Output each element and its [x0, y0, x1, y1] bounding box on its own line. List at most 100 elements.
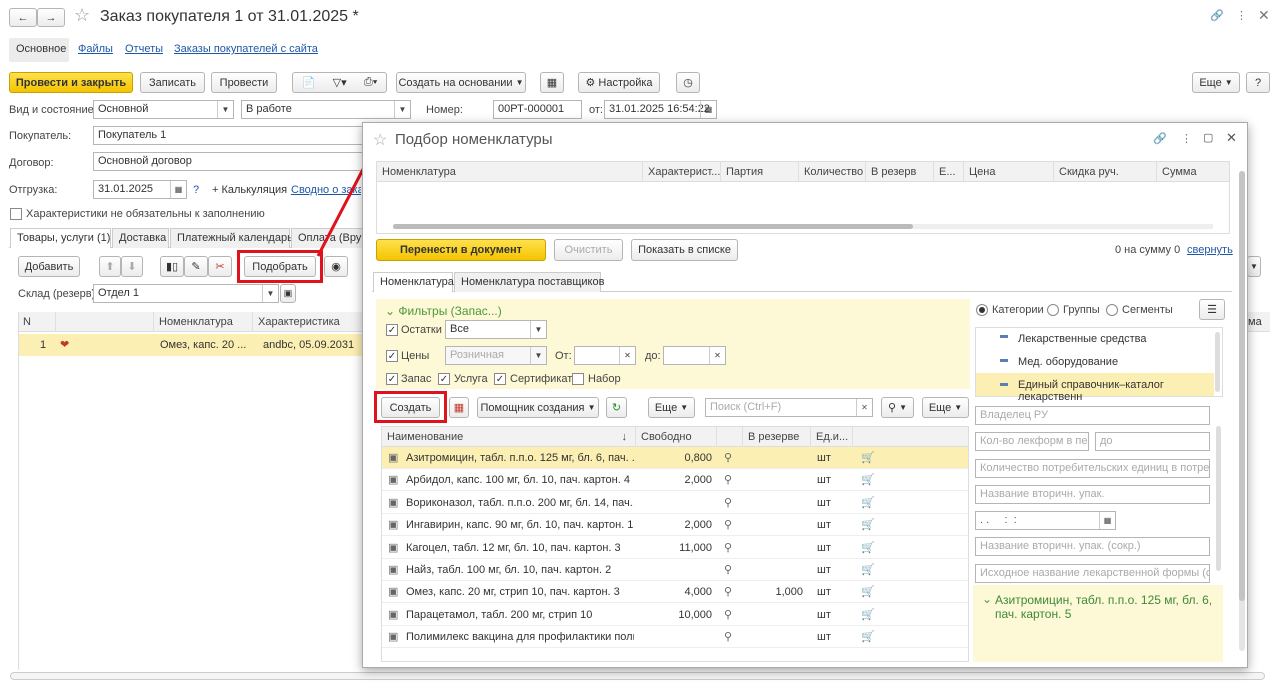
list-item[interactable]: ▣ Полимилекс вакцина для профилактики пол…	[382, 626, 968, 649]
col-search[interactable]	[717, 427, 743, 447]
flag-service-checkbox[interactable]: ✓	[438, 373, 450, 385]
more-list2-button[interactable]: Еще ▼	[922, 397, 969, 418]
tab-supplier-nomenclature[interactable]: Номенклатура поставщиков	[454, 272, 604, 292]
search-icon[interactable]: ⚲	[724, 514, 732, 536]
col-unit[interactable]: Е...	[934, 162, 964, 182]
list-item[interactable]: ▣ Парацетамол, табл. 200 мг, стрип 10 10,0…	[382, 604, 968, 626]
product-icon: ▣	[388, 608, 399, 621]
search-input[interactable]: Поиск (Ctrl+F) ✕	[705, 398, 873, 417]
col-nomenclature[interactable]: Номенклатура	[377, 162, 643, 182]
secondary-pack-short-field[interactable]: Название вторичн. упак. (сокр.)	[975, 537, 1210, 556]
collapse-link[interactable]: свернуть	[1187, 244, 1233, 256]
col-free[interactable]: Свободно	[636, 427, 717, 447]
price-type-select[interactable]: Розничная ▼	[445, 346, 547, 365]
radio-groups[interactable]	[1047, 304, 1059, 316]
col-unit[interactable]: Ед.и...	[811, 427, 853, 447]
list-item[interactable]: ▣ Омез, капс. 20 мг, стрип 10, пач. карто…	[382, 581, 968, 604]
price-from-field[interactable]: ✕	[574, 346, 636, 365]
scrollbar-thumb[interactable]	[1239, 171, 1245, 601]
col-quantity[interactable]: Количество	[799, 162, 866, 182]
clear-icon[interactable]: ✕	[856, 399, 872, 416]
col-discount[interactable]: Скидка руч.	[1054, 162, 1157, 182]
price-to-field[interactable]: ✕	[663, 346, 726, 365]
attr-scrollbar[interactable]	[1216, 426, 1221, 571]
search-icon[interactable]: ⚲	[724, 469, 732, 491]
cart-icon[interactable]: 🛒	[861, 604, 875, 626]
link-icon[interactable]: 🔗	[1153, 132, 1167, 145]
clear-button[interactable]: Очистить	[554, 239, 623, 261]
more-list-button[interactable]: Еще ▼	[648, 397, 695, 418]
col-in-reserve[interactable]: В резерве	[743, 427, 811, 447]
search-button[interactable]: ⚲ ▼	[881, 397, 914, 418]
list-item[interactable]: ▣ Азитромицин, табл. п.п.о. 125 мг, бл. 6…	[382, 447, 968, 469]
radio-categories[interactable]	[976, 304, 988, 316]
col-name[interactable]: Наименование ↓	[382, 427, 636, 447]
consumer-units-field[interactable]: Количество потребительских единиц в потр…	[975, 459, 1210, 478]
col-characteristic[interactable]: Характерист...	[643, 162, 721, 182]
scrollbar-thumb[interactable]	[393, 224, 913, 229]
cart-icon[interactable]: 🛒	[861, 559, 875, 581]
category-item[interactable]: Лекарственные средства	[976, 328, 1222, 350]
cart-icon[interactable]: 🛒	[861, 626, 875, 648]
maximize-icon[interactable]: ▢	[1203, 131, 1213, 144]
close-icon[interactable]: ✕	[1226, 130, 1237, 146]
list-item[interactable]: ▣ Кагоцел, табл. 12 мг, бл. 10, пач. карт…	[382, 537, 968, 559]
category-item[interactable]: Единый справочник–каталог лекарственн	[976, 373, 1214, 403]
cart-icon[interactable]: 🛒	[861, 581, 875, 603]
flag-cert-checkbox[interactable]: ✓	[494, 373, 506, 385]
clear-icon[interactable]: ✕	[619, 347, 635, 364]
flag-stock-checkbox[interactable]: ✓	[386, 373, 398, 385]
search-icon[interactable]: ⚲	[724, 581, 732, 603]
flag-set-checkbox[interactable]	[572, 373, 584, 385]
calendar-icon[interactable]: ▦	[1099, 512, 1115, 529]
search-icon[interactable]: ⚲	[724, 537, 732, 559]
refresh-button[interactable]: ↻	[606, 397, 627, 418]
item-reserve	[743, 626, 803, 648]
stock-select[interactable]: Все ▼	[445, 320, 547, 339]
sum-text: 0 на сумму 0	[1115, 244, 1181, 256]
list-item[interactable]: ▣ Арбидол, капс. 100 мг, бл. 10, пач. кар…	[382, 469, 968, 492]
radio-segments[interactable]	[1106, 304, 1118, 316]
add-list-button[interactable]: ▦	[449, 397, 469, 418]
col-price[interactable]: Цена	[964, 162, 1054, 182]
cart-icon[interactable]: 🛒	[861, 492, 875, 514]
clear-icon[interactable]: ✕	[709, 347, 725, 364]
filters-title[interactable]: ⌄ Фильтры (Запас...)	[385, 304, 502, 318]
search-icon[interactable]: ⚲	[724, 447, 732, 469]
from-label: От:	[555, 350, 572, 362]
col-cart[interactable]	[853, 427, 968, 447]
category-item[interactable]: Мед. оборудование	[976, 350, 1222, 372]
tab-nomenclature[interactable]: Номенклатура	[373, 272, 454, 292]
lekform-qty-from-field[interactable]: Кол-во лекформ в пе...	[975, 432, 1089, 451]
col-sum[interactable]: Сумма	[1157, 162, 1229, 182]
cart-icon[interactable]: 🛒	[861, 514, 875, 536]
col-reserve[interactable]: В резерв	[866, 162, 934, 182]
creation-wizard-button[interactable]: Помощник создания ▼	[477, 397, 599, 418]
cart-icon[interactable]: 🛒	[861, 447, 875, 469]
search-icon[interactable]: ⚲	[724, 492, 732, 514]
cart-icon[interactable]: 🛒	[861, 469, 875, 491]
lekform-qty-to-field[interactable]: до	[1095, 432, 1210, 451]
search-icon[interactable]: ⚲	[724, 626, 732, 648]
category-scrollbar[interactable]	[1215, 332, 1220, 392]
more-vert-icon[interactable]: ⋮	[1181, 132, 1192, 145]
star-icon[interactable]: ☆	[373, 130, 387, 150]
attr-date-field[interactable]: . . : : ▦	[975, 511, 1116, 530]
show-in-list-button[interactable]: Показать в списке	[631, 239, 738, 261]
list-item[interactable]: ▣ Вориконазол, табл. п.п.о. 200 мг, бл. 1…	[382, 492, 968, 514]
modal-scrollbar[interactable]	[1239, 171, 1245, 651]
horizontal-scrollbar[interactable]	[393, 224, 1213, 229]
search-icon[interactable]: ⚲	[724, 604, 732, 626]
original-form-name-field[interactable]: Исходное название лекарственной формы (с…	[975, 564, 1210, 583]
secondary-pack-name-field[interactable]: Название вторичн. упак.	[975, 485, 1210, 504]
search-icon[interactable]: ⚲	[724, 559, 732, 581]
stock-checkbox[interactable]: ✓	[386, 324, 398, 336]
transfer-to-document-button[interactable]: Перенести в документ	[376, 239, 546, 261]
list-item[interactable]: ▣ Найз, табл. 100 мг, бл. 10, пач. картон…	[382, 559, 968, 581]
owner-ru-field[interactable]: Владелец РУ	[975, 406, 1210, 425]
col-batch[interactable]: Партия	[721, 162, 799, 182]
list-item[interactable]: ▣ Ингавирин, капс. 90 мг, бл. 10, пач. ка…	[382, 514, 968, 537]
panel-menu-button[interactable]: ☰	[1199, 299, 1225, 320]
prices-checkbox[interactable]: ✓	[386, 350, 398, 362]
cart-icon[interactable]: 🛒	[861, 537, 875, 559]
